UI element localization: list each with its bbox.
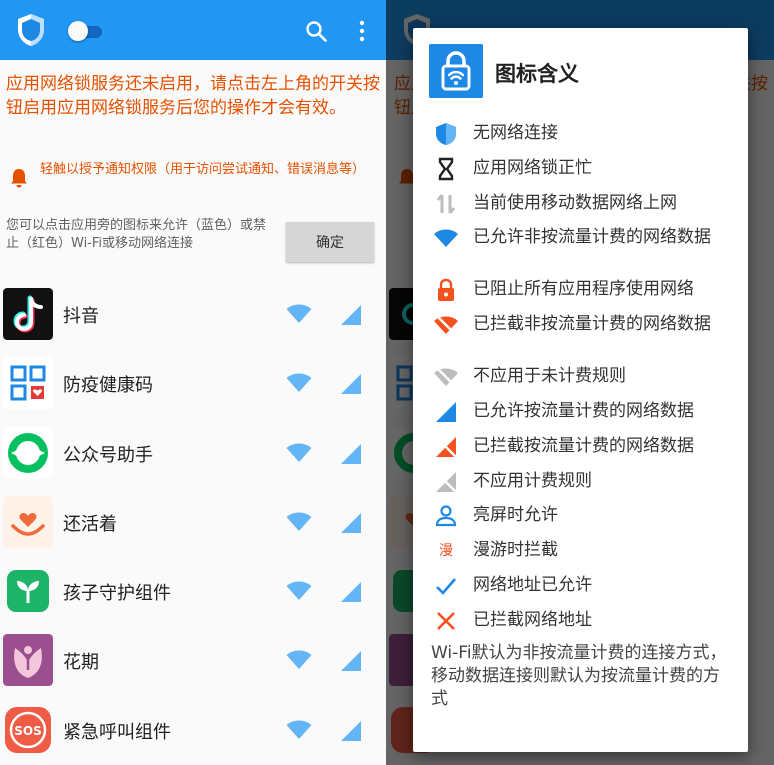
cellular-blocked-icon (436, 436, 457, 458)
list-item: 防疫健康码 (0, 349, 386, 418)
search-icon[interactable] (305, 20, 327, 42)
legend-label: 已允许非按流量计费的网络数据 (473, 227, 711, 248)
toggle-thumb (68, 21, 88, 41)
service-disabled-warning: 应用网络锁服务还未启用，请点击左上角的开关按钮启用应用网络锁服务后您的操作才会有… (6, 74, 380, 118)
legend-label: 已阻止所有应用程序使用网络 (473, 279, 694, 300)
app-name: 花期 (63, 652, 99, 674)
roaming-icon: 漫 (439, 543, 453, 560)
list-item: 不应用于未计费规则 (433, 361, 738, 396)
child-guard-icon[interactable] (3, 565, 53, 617)
huaqi-icon[interactable] (3, 634, 53, 687)
list-item: 抖音 (0, 280, 386, 349)
cellular-icon[interactable] (340, 512, 362, 534)
app-name: 孩子守护组件 (63, 583, 171, 605)
app-bar (0, 0, 386, 60)
list-item: 已允许非按流量计费的网络数据 (433, 222, 738, 274)
list-item: SOS 紧急呼叫组件 (0, 696, 386, 765)
list-item: 已允许按流量计费的网络数据 (433, 396, 738, 431)
cross-icon (437, 611, 455, 630)
notification-permission-row[interactable]: 轻触以授予通知权限（用于访问尝试通知、错误消息等） (6, 160, 380, 200)
app-name: 公众号助手 (63, 444, 153, 466)
lock-icon (438, 279, 454, 302)
wifi-off-icon (434, 367, 458, 389)
legend-label: 已拦截网络地址 (473, 609, 592, 630)
legend-label: 不应用于未计费规则 (473, 366, 626, 387)
list-item: 应用网络锁正忙 (433, 153, 738, 188)
list-item: 不应用计费规则 (433, 466, 738, 501)
list-item: 已拦截非按流量计费的网络数据 (433, 309, 738, 361)
dialog-header: 图标含义 (429, 44, 739, 100)
hourglass-icon (438, 157, 454, 180)
legend-label: 已允许按流量计费的网络数据 (473, 400, 694, 421)
health-code-icon[interactable] (3, 357, 53, 410)
legend-label: 亮屏时允许 (473, 505, 558, 526)
wifi-icon[interactable] (286, 304, 312, 324)
sos-label: SOS (14, 724, 42, 738)
hint-text: 您可以点击应用旁的图标来允许（蓝色）或禁止（红色）Wi-Fi或移动网络连接 (6, 218, 267, 251)
wifi-icon[interactable] (286, 373, 312, 393)
wifi-icon[interactable] (286, 443, 312, 463)
alive-icon[interactable] (3, 495, 53, 548)
app-lock-logo-icon (429, 44, 483, 98)
app-name: 抖音 (63, 306, 99, 327)
shield-icon (436, 123, 456, 145)
bell-icon (11, 169, 27, 188)
list-item: 已阻止所有应用程序使用网络 (433, 274, 738, 309)
hint-row: 您可以点击应用旁的图标来允许（蓝色）或禁止（红色）Wi-Fi或移动网络连接 确定 (0, 212, 386, 272)
legend-label: 已拦截非按流量计费的网络数据 (473, 314, 711, 335)
cellular-icon[interactable] (340, 443, 362, 465)
list-item: 当前使用移动数据网络上网 (433, 188, 738, 223)
cellular-icon[interactable] (340, 720, 362, 742)
wifi-icon[interactable] (286, 512, 312, 532)
app-name: 防疫健康码 (63, 375, 153, 397)
dialog-title: 图标含义 (495, 62, 579, 86)
left-screen: 应用网络锁服务还未启用，请点击左上角的开关按钮启用应用网络锁服务后您的操作才会有… (0, 0, 386, 765)
icon-legend-dialog: 图标含义 无网络连接 应用网络锁正忙 当前使用移动数据网络上网 已允许非按流量计 (413, 28, 748, 752)
app-name: 还活着 (63, 513, 117, 535)
list-item: 漫 漫游时拦截 (433, 535, 738, 570)
legend-label: 无网络连接 (473, 123, 558, 143)
notification-permission-text: 轻触以授予通知权限（用于访问尝试通知、错误消息等） (40, 162, 366, 177)
wifi-icon[interactable] (286, 581, 312, 601)
app-name: 紧急呼叫组件 (63, 721, 171, 743)
wifi-blocked-icon (434, 315, 458, 337)
legend-label: 网络地址已允许 (473, 574, 592, 595)
wifi-allowed-icon (434, 229, 458, 248)
more-options-icon[interactable] (352, 20, 372, 42)
douyin-icon[interactable] (3, 288, 53, 340)
list-item: 公众号助手 (0, 419, 386, 488)
mobile-data-icon (436, 193, 456, 214)
list-item: 无网络连接 (433, 118, 738, 153)
icon-legend-list: 无网络连接 应用网络锁正忙 当前使用移动数据网络上网 已允许非按流量计费的网络数… (433, 118, 738, 640)
legend-label: 当前使用移动数据网络上网 (473, 192, 677, 213)
list-item: 亮屏时允许 (433, 500, 738, 535)
app-list: 抖音 防疫健康码 公众号助手 还活着 孩子守护组件 花期 SOS 紧急呼叫组件 (0, 280, 386, 765)
cellular-icon[interactable] (340, 581, 362, 603)
list-item: 已拦截按流量计费的网络数据 (433, 431, 738, 466)
legend-label: 漫游时拦截 (473, 540, 558, 561)
wechat-mp-icon[interactable] (3, 426, 53, 479)
check-icon (436, 578, 456, 595)
cellular-icon[interactable] (340, 304, 362, 326)
list-item: 网络地址已允许 (433, 570, 738, 605)
person-icon (435, 505, 457, 527)
cellular-off-icon (436, 471, 457, 493)
legend-label: 已拦截按流量计费的网络数据 (473, 435, 694, 456)
list-item: 花期 (0, 626, 386, 695)
list-item: 已拦截网络地址 (433, 605, 738, 640)
cellular-icon[interactable] (340, 373, 362, 395)
legend-label: 不应用计费规则 (473, 470, 592, 491)
service-toggle[interactable] (68, 20, 104, 42)
wifi-icon[interactable] (286, 650, 312, 670)
legend-label: 应用网络锁正忙 (473, 157, 592, 178)
list-item: 还活着 (0, 488, 386, 557)
ok-button[interactable]: 确定 (286, 222, 374, 262)
dialog-footer-note: Wi-Fi默认为非按流量计费的连接方式，移动数据连接则默认为按流量计费的方式 (431, 643, 727, 709)
shield-icon (18, 14, 44, 46)
wifi-icon[interactable] (286, 720, 312, 740)
cellular-allowed-icon (436, 401, 456, 422)
sos-icon[interactable]: SOS (3, 704, 53, 756)
list-item: 孩子守护组件 (0, 557, 386, 626)
cellular-icon[interactable] (340, 650, 362, 672)
